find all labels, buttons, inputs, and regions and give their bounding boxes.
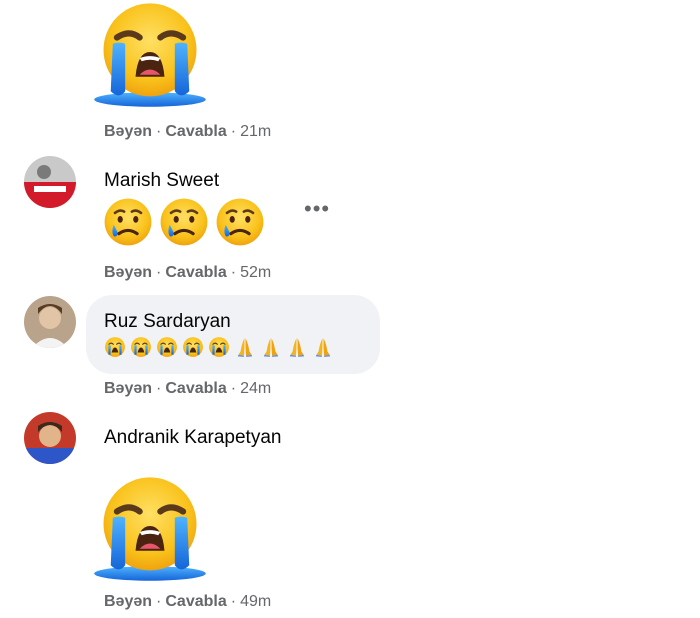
comment-3-actions: Bəyən · Cavabla · 24m	[104, 380, 271, 398]
comment-4-actions: Bəyən · Cavabla · 49m	[104, 593, 271, 611]
avatar-image	[24, 156, 76, 208]
separator: ·	[230, 264, 237, 281]
loudly-crying-face-icon	[182, 336, 204, 358]
timestamp[interactable]: 49m	[240, 593, 271, 610]
folded-hands-icon	[286, 336, 308, 358]
avatar-image	[24, 296, 76, 348]
more-options-icon[interactable]: •••	[304, 198, 330, 220]
comment-4-sticker	[88, 470, 212, 584]
separator: ·	[156, 264, 162, 281]
separator: ·	[230, 123, 237, 140]
folded-hands-icon	[260, 336, 282, 358]
comment-1-sticker	[88, 0, 212, 110]
sad-but-relieved-face-icon	[214, 196, 266, 248]
timestamp[interactable]: 21m	[240, 123, 271, 140]
comment-author[interactable]: Ruz Sardaryan	[104, 311, 231, 333]
like-button[interactable]: Bəyən	[104, 264, 152, 281]
separator: ·	[156, 123, 162, 140]
sad-but-relieved-face-icon	[158, 196, 210, 248]
separator: ·	[230, 593, 237, 610]
loudly-crying-face-icon	[208, 336, 230, 358]
avatar-andranik-karapetyan[interactable]	[24, 412, 76, 464]
comment-bubble	[86, 295, 380, 374]
separator: ·	[156, 593, 162, 610]
folded-hands-icon	[234, 336, 256, 358]
like-button[interactable]: Bəyən	[104, 380, 152, 397]
comment-1-actions: Bəyən · Cavabla · 21m	[104, 123, 271, 141]
like-button[interactable]: Bəyən	[104, 593, 152, 610]
timestamp[interactable]: 24m	[240, 380, 271, 397]
reply-button[interactable]: Cavabla	[165, 593, 226, 610]
reply-button[interactable]: Cavabla	[165, 264, 226, 281]
separator: ·	[156, 380, 162, 397]
separator: ·	[230, 380, 237, 397]
loudly-crying-face-icon	[130, 336, 152, 358]
avatar-ruz-sardaryan[interactable]	[24, 296, 76, 348]
comment-author[interactable]: Andranik Karapetyan	[104, 427, 281, 449]
loudly-crying-face-icon	[88, 470, 212, 584]
avatar-image	[24, 412, 76, 464]
avatar-marish-sweet[interactable]	[24, 156, 76, 208]
reply-button[interactable]: Cavabla	[165, 380, 226, 397]
loudly-crying-face-icon	[156, 336, 178, 358]
folded-hands-icon	[312, 336, 334, 358]
loudly-crying-face-icon	[104, 336, 126, 358]
reply-button[interactable]: Cavabla	[165, 123, 226, 140]
comment-3-emojis	[104, 336, 374, 362]
like-button[interactable]: Bəyən	[104, 123, 152, 140]
comment-2-emojis	[102, 196, 272, 248]
loudly-crying-face-icon	[88, 0, 212, 110]
sad-but-relieved-face-icon	[102, 196, 154, 248]
comment-author[interactable]: Marish Sweet	[104, 170, 219, 192]
comment-2-actions: Bəyən · Cavabla · 52m	[104, 264, 271, 282]
timestamp[interactable]: 52m	[240, 264, 271, 281]
